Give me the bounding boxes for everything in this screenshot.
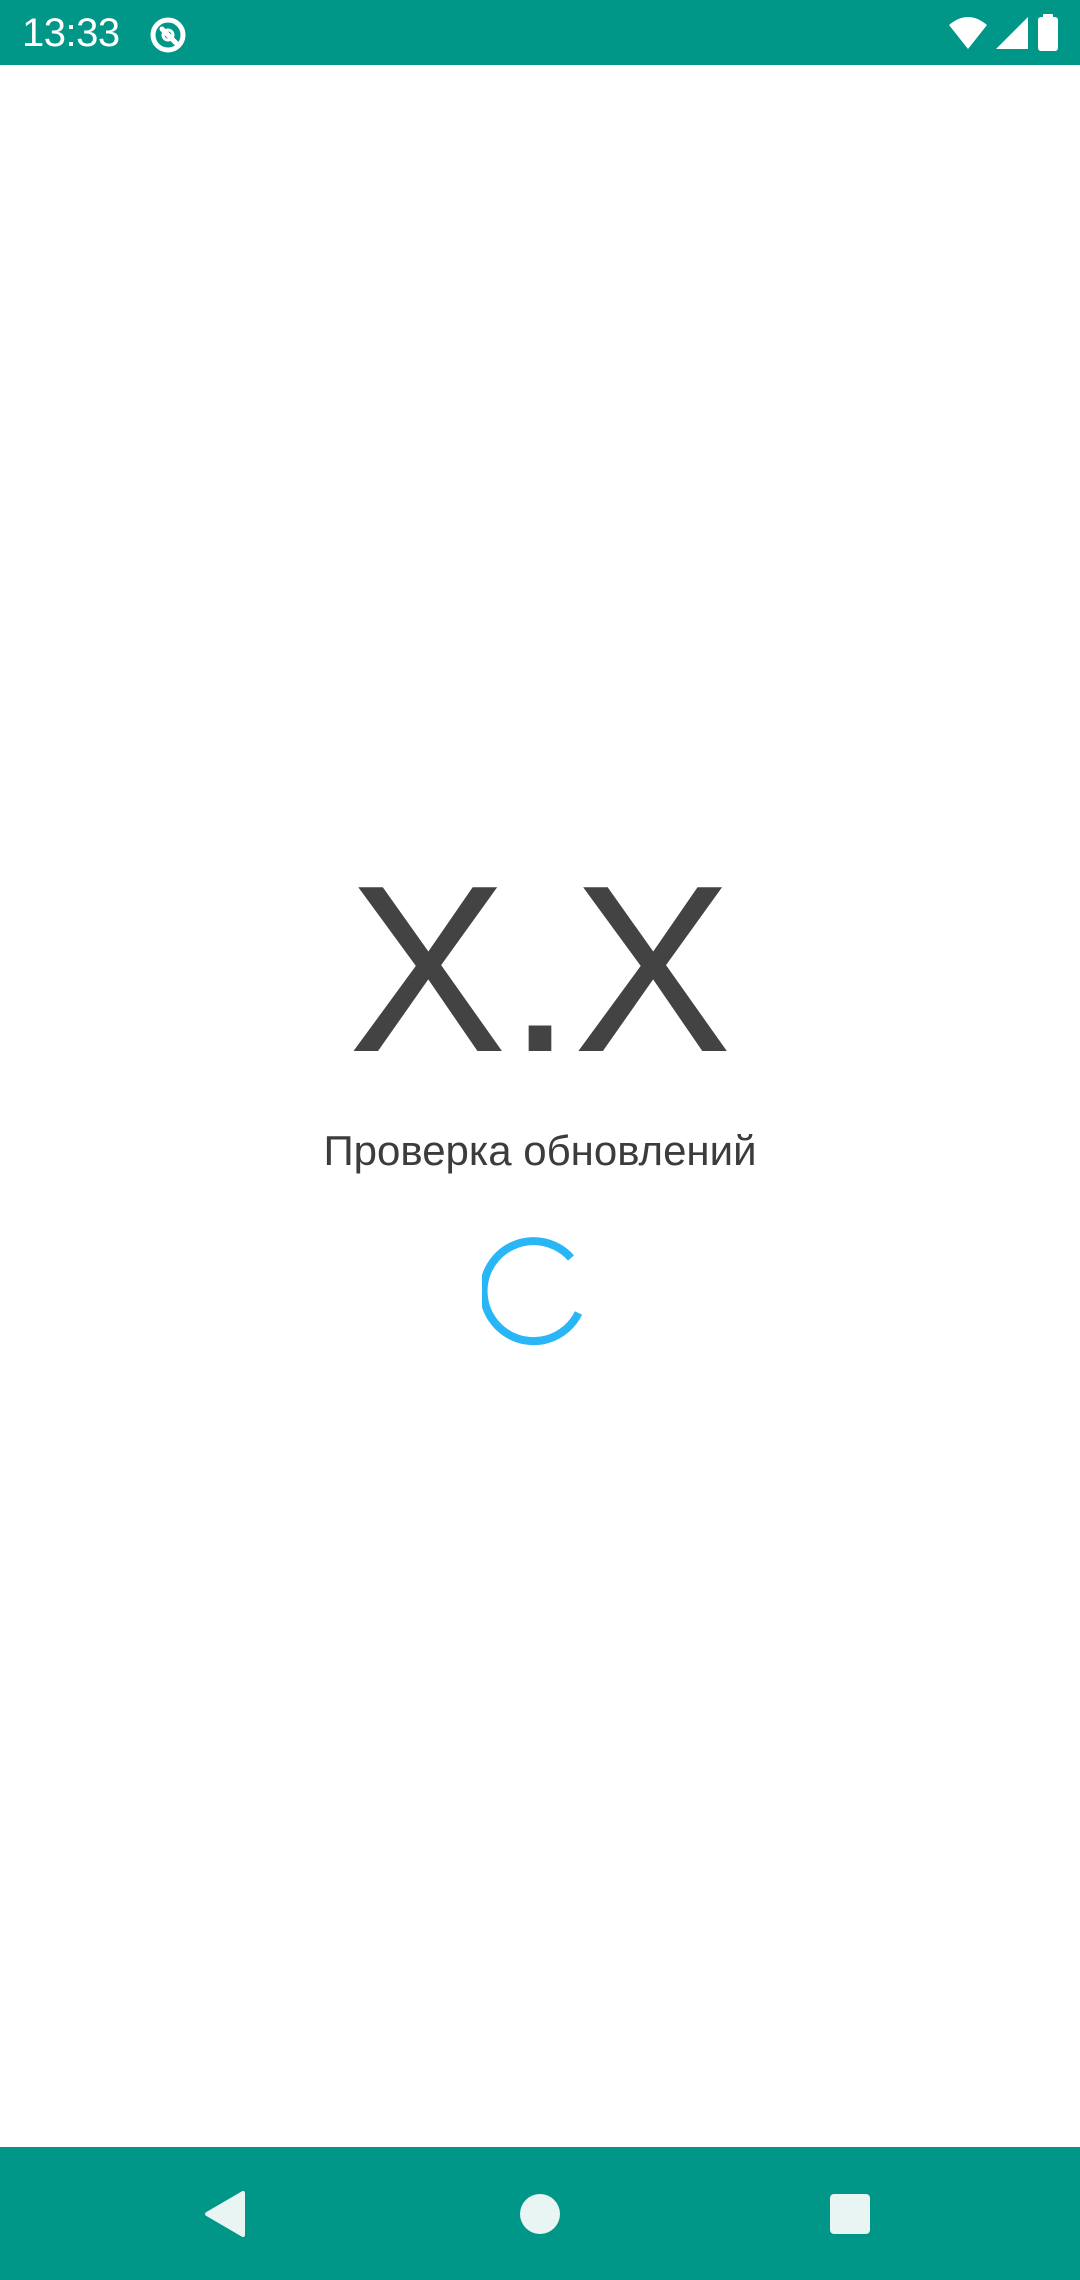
back-button[interactable] (125, 2147, 325, 2280)
recents-button[interactable] (750, 2147, 950, 2280)
version-label: X.X (348, 837, 732, 1102)
wifi-icon (942, 15, 988, 51)
main-content: X.X Проверка обновлений (0, 65, 1080, 2147)
recents-icon (830, 2193, 870, 2234)
app-notification-icon (148, 15, 188, 55)
cellular-signal-icon (988, 15, 1030, 51)
home-button[interactable] (440, 2147, 640, 2280)
status-bar: 13:33 (0, 0, 1080, 65)
status-time: 13:33 (22, 11, 120, 55)
update-check-message: Проверка обновлений (323, 1127, 757, 1174)
navigation-bar (0, 2147, 1080, 2280)
loading-spinner (479, 1235, 598, 1351)
battery-icon (1030, 14, 1060, 52)
status-icons (942, 14, 1060, 52)
back-icon (205, 2190, 245, 2237)
home-icon (520, 2193, 560, 2234)
